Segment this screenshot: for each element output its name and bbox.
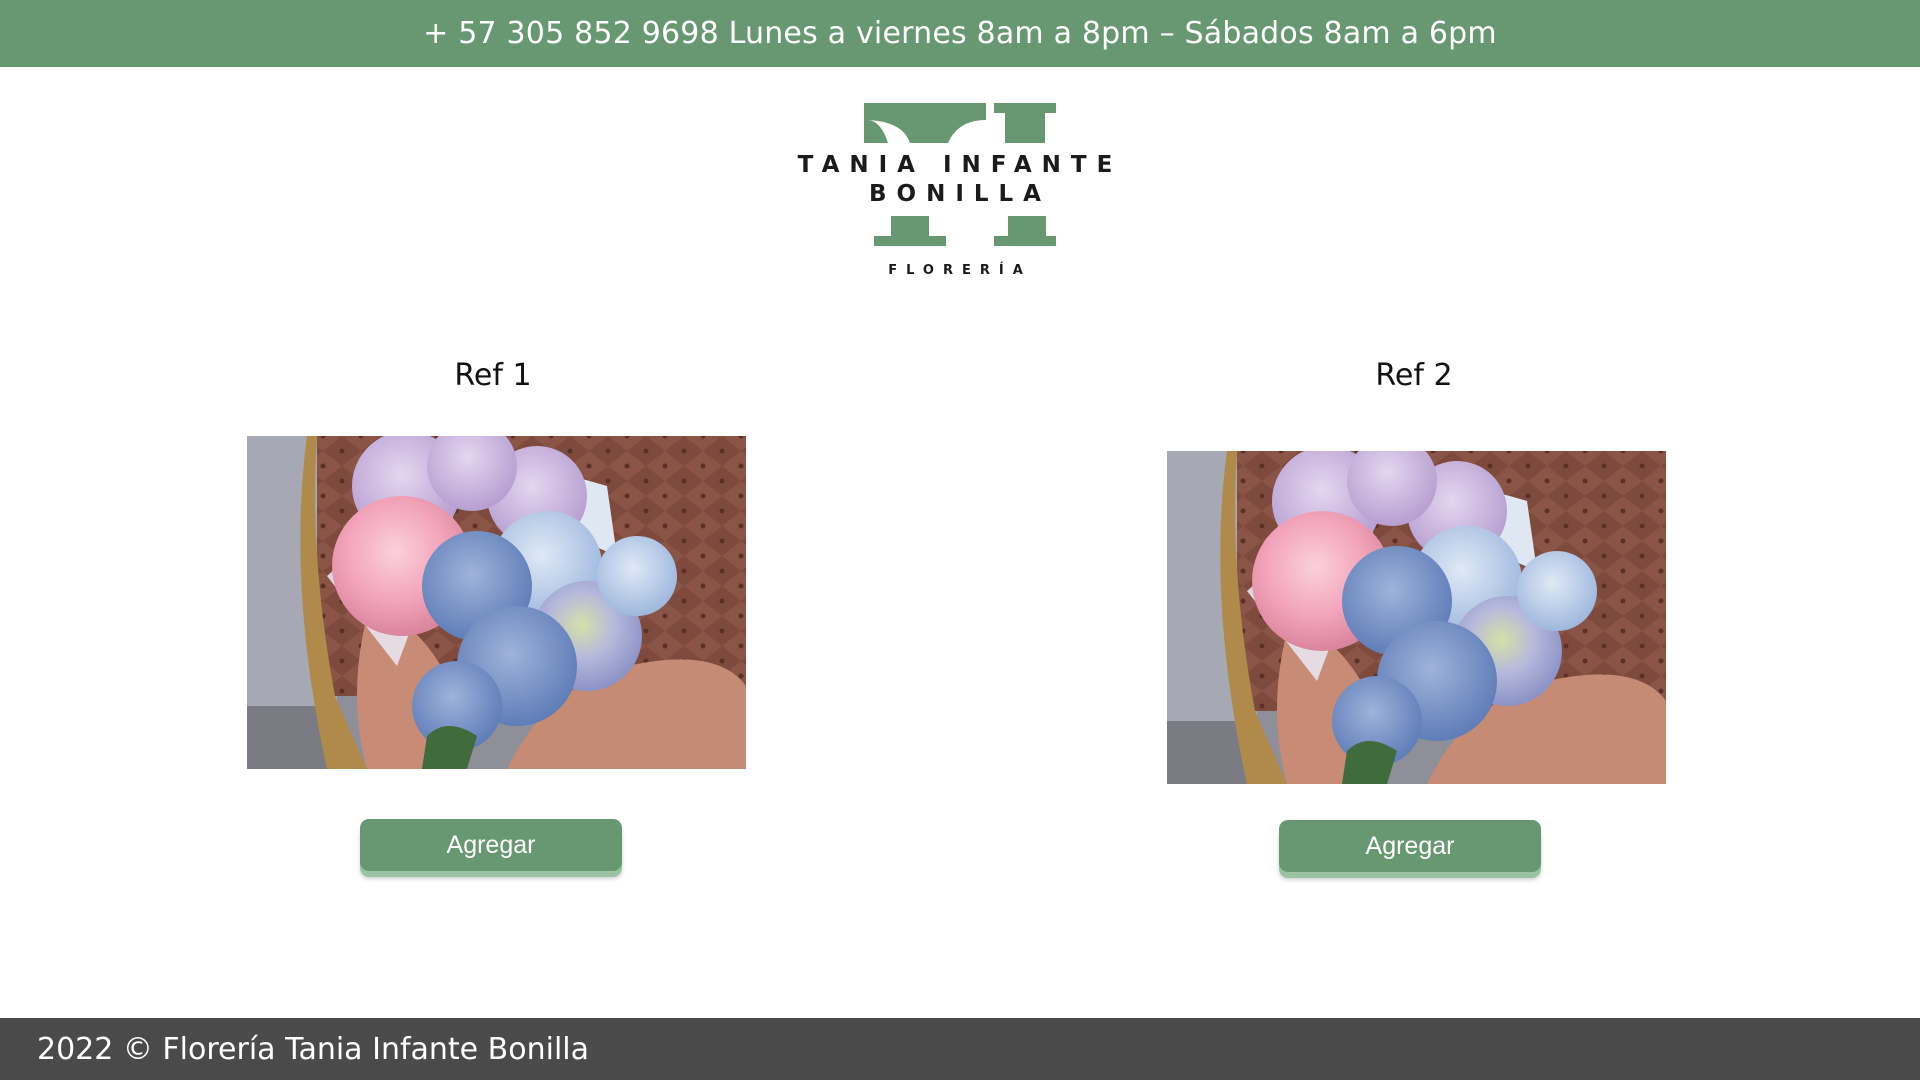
add-to-cart-button-ref-2[interactable]: Agregar [1279,820,1541,872]
logo-tagline: FLORERÍA [888,263,1032,278]
brand-logo[interactable]: TANIA INFANTE BONILLA FLORERÍA [760,98,1160,288]
footer-bar: 2022 © Florería Tania Infante Bonilla [0,1018,1920,1080]
logo-name-line1: TANIA INFANTE [797,152,1123,178]
product-title-ref-2: Ref 2 [1375,358,1453,393]
flower-bouquet-image [1167,451,1666,784]
copyright-text: 2022 © Florería Tania Infante Bonilla [37,1031,590,1067]
page: + 57 305 852 9698 Lunes a viernes 8am a … [0,0,1920,1080]
add-to-cart-button-ref-1[interactable]: Agregar [360,819,622,871]
contact-bar: + 57 305 852 9698 Lunes a viernes 8am a … [0,0,1920,67]
product-image-ref-1[interactable] [247,436,746,769]
product-image-ref-2[interactable] [1167,451,1666,784]
product-title-ref-1: Ref 1 [454,358,532,393]
contact-info-text: + 57 305 852 9698 Lunes a viernes 8am a … [423,16,1497,51]
logo-name-line2: BONILLA [868,181,1051,207]
flower-bouquet-image [247,436,746,769]
